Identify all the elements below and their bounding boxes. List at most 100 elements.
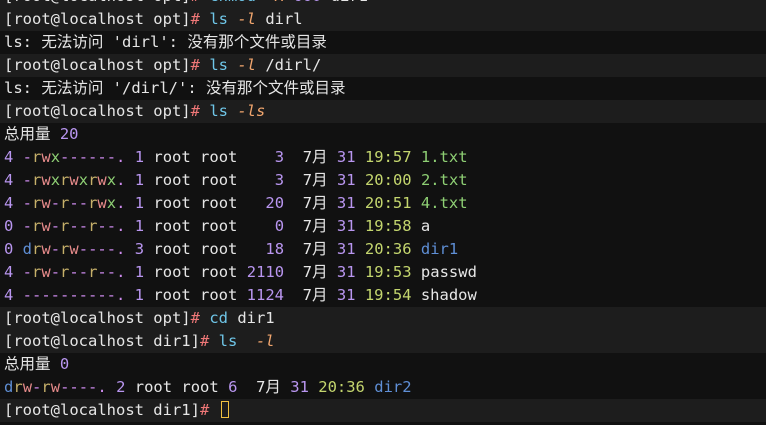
text-run: ls [209,56,238,74]
text-run: w [41,148,51,166]
output-line: 0 -rw-r--r--. 1 root root 0 7月 31 19:58 … [0,215,766,238]
text-run: 19:58 [364,217,421,235]
text-run: r [32,148,42,166]
output-line: 4 -rw-r--rwx. 1 root root 20 7月 31 20:51… [0,192,766,215]
text-run: root root [153,148,275,166]
text-run: [root@localhost dir1] [4,332,200,350]
text-run: 3 [134,240,154,258]
text-run: w [69,240,79,258]
text-run: 2 [116,378,135,396]
text-run: r [88,263,98,281]
text-run: r [88,194,98,212]
text-run: 1 [134,194,154,212]
text-run: 20 [59,125,79,143]
text-run: -l [255,332,275,350]
text-run: cd [209,309,238,327]
text-run: x [78,171,89,189]
text-run: 7月 [302,217,337,235]
cursor[interactable] [220,401,229,418]
text-run: # [190,10,210,28]
terminal-window[interactable]: [root@localhost opt]# chmod -R 660 dir1[… [0,0,766,425]
text-run: 1124 [246,286,303,304]
text-run: - [22,217,33,235]
text-run: r [32,240,42,258]
text-run: -l [237,56,266,74]
text-run: ------. [60,148,135,166]
text-run: 19:53 [364,263,421,281]
text-run: # [190,102,210,120]
text-run: root root [134,378,229,396]
text-run: root root [153,171,275,189]
text-run: 7月 [302,263,337,281]
text-run: r [41,378,51,396]
text-run: 2110 [246,263,303,281]
text-run: root root [153,286,247,304]
text-run: chmod [209,0,265,5]
text-run: shadow [420,286,477,304]
terminal-output: [root@localhost opt]# chmod -R 660 dir1[… [0,0,766,422]
text-run: 6 [228,378,257,396]
text-run: 4 [4,286,23,304]
text-run: root root [153,194,266,212]
text-run: d [4,378,14,396]
text-run: 1 [134,217,154,235]
text-run: ----. [60,378,117,396]
text-run: 31 [336,148,365,166]
output-line: 4 ----------. 1 root root 1124 7月 31 19:… [0,284,766,307]
text-run: w [41,240,51,258]
text-run: 19:54 [364,286,421,304]
prompt-line: [root@localhost opt]# ls -l /dirl/ [0,54,766,77]
prompt-line: [root@localhost opt]# chmod -R 660 dir1 [0,0,766,8]
output-line: 4 -rw-r--r--. 1 root root 2110 7月 31 19:… [0,261,766,284]
text-run: 7月 [256,378,291,396]
output-line: ls: 无法访问 'dirl': 没有那个文件或目录 [0,31,766,54]
output-line: 总用量 20 [0,123,766,146]
text-run: w [41,194,51,212]
text-run: dirl [265,10,303,28]
prompt-line: [root@localhost opt]# cd dir1 [0,307,766,330]
text-run: [root@localhost opt] [4,56,191,74]
text-run: - [50,240,61,258]
text-run: -ls [237,102,266,120]
prompt-line: [root@localhost opt]# ls -ls [0,100,766,123]
text-run: 7月 [302,148,337,166]
output-line: ls: 无法访问 '/dirl/': 没有那个文件或目录 [0,77,766,100]
text-run: 20:36 [364,240,421,258]
prompt-line: [root@localhost opt]# ls -l dirl [0,8,766,31]
text-run: 1.txt [420,148,468,166]
text-run: -l [237,10,266,28]
text-run: 3 [274,171,303,189]
text-run: - [22,263,33,281]
text-run: x [106,194,117,212]
text-run: 31 [290,378,319,396]
text-run: - [50,263,61,281]
text-run: root root [153,240,266,258]
text-run: [root@localhost opt] [4,102,191,120]
prompt-line: [root@localhost dir1]# ls -l [0,330,766,353]
text-run: 1 [134,148,154,166]
text-run: 31 [336,171,365,189]
text-run: 20:36 [318,378,375,396]
text-run: root root [153,217,275,235]
text-run: 总用量 [4,355,60,373]
text-run: [root@localhost opt] [4,309,191,327]
text-run: --. [97,217,135,235]
output-line: 总用量 0 [0,353,766,376]
text-run: ls [209,10,238,28]
text-run: dir2 [374,378,412,396]
text-run: dir1 [237,309,275,327]
text-run: --. [97,263,135,281]
output-line: drw-rw----. 2 root root 6 7月 31 20:36 di… [0,376,766,399]
output-line: 4 -rwx------. 1 root root 3 7月 31 19:57 … [0,146,766,169]
text-run: r [60,217,70,235]
text-run: r [60,171,70,189]
text-run: -- [69,263,89,281]
text-run: w [41,217,51,235]
text-run: . [116,171,135,189]
text-run: [root@localhost opt] [4,0,191,5]
text-run: - [22,194,33,212]
text-run: 7月 [302,194,337,212]
text-run: r [60,240,70,258]
text-run: -- [69,217,89,235]
text-run: 4 [4,148,23,166]
